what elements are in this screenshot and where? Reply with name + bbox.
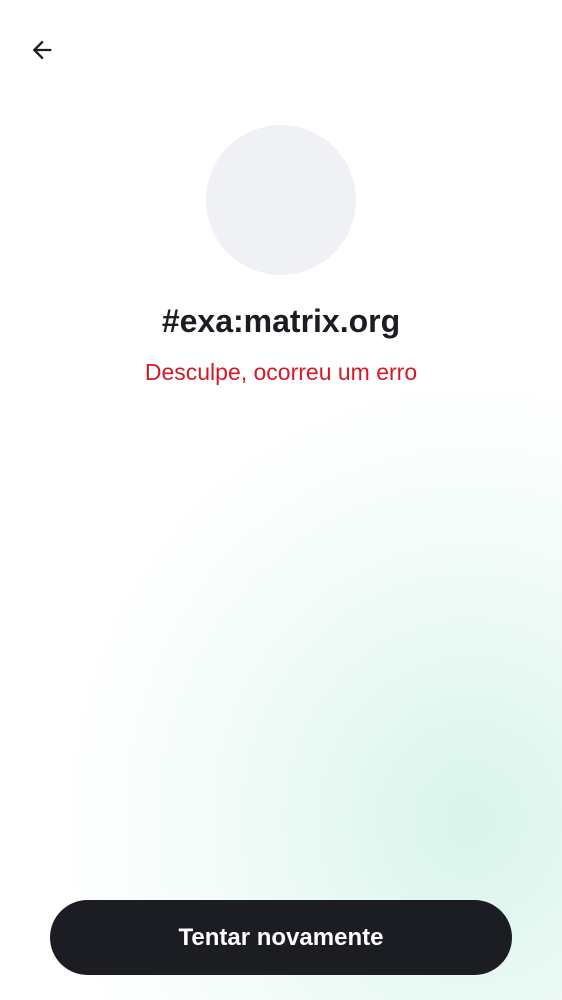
room-title: #exa:matrix.org bbox=[161, 303, 401, 339]
error-message: Desculpe, ocorreu um erro bbox=[144, 359, 418, 385]
back-button[interactable] bbox=[20, 28, 64, 72]
retry-button[interactable]: Tentar novamente bbox=[50, 900, 512, 975]
arrow-left-icon bbox=[32, 40, 52, 60]
top-bar bbox=[0, 0, 562, 100]
room-avatar-placeholder bbox=[206, 125, 356, 275]
